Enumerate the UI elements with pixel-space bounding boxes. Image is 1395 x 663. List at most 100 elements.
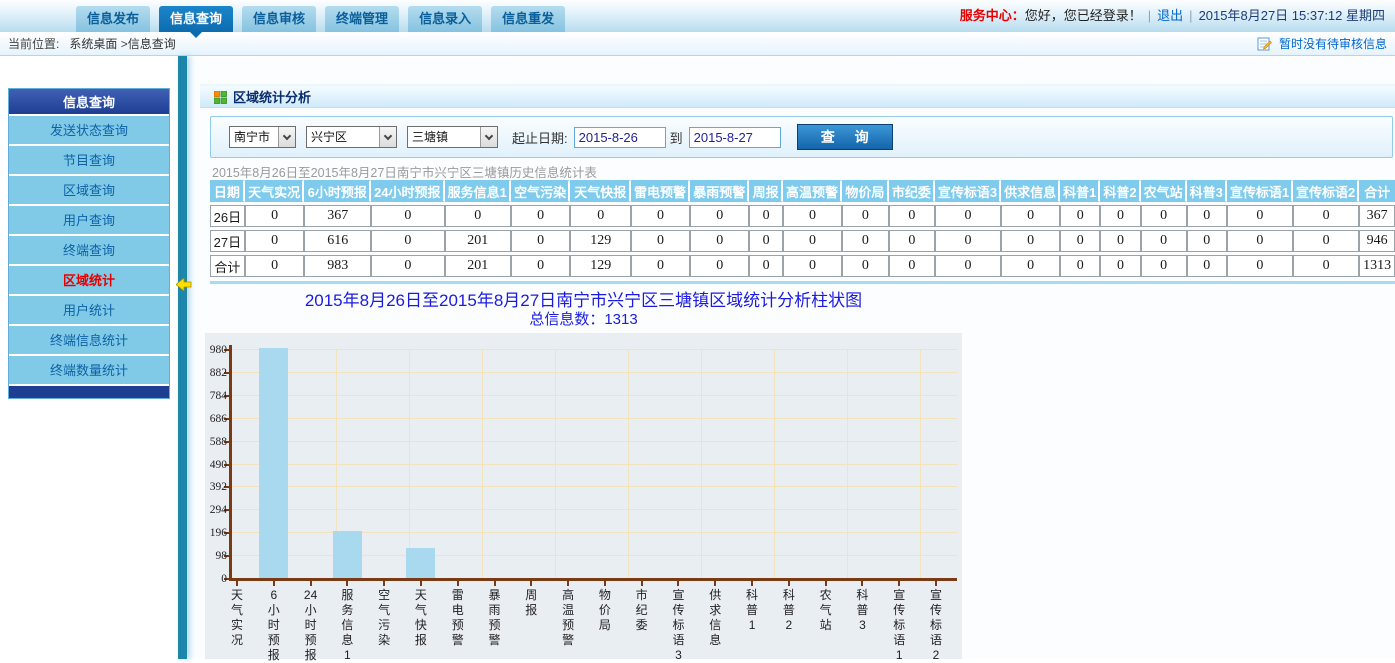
table-column-header: 天气实况 <box>245 180 305 202</box>
breadcrumb-root-link[interactable]: 系统桌面 <box>69 37 117 51</box>
h-gridline <box>232 372 957 373</box>
x-tick <box>383 581 385 586</box>
value-cell: 0 <box>445 205 511 227</box>
town-select-value: 三塘镇 <box>408 127 480 147</box>
x-axis-label: 6小时预报 <box>266 588 282 663</box>
value-cell: 0 <box>690 205 749 227</box>
y-axis-label: 392 <box>205 481 227 493</box>
x-axis-label: 高温预警 <box>560 588 576 648</box>
v-gridline <box>701 349 702 578</box>
value-cell: 946 <box>1359 230 1395 252</box>
sidebar-item-2[interactable]: 区域查询 <box>9 176 169 206</box>
value-cell: 0 <box>1141 230 1187 252</box>
x-axis-label: 天气实况 <box>229 588 245 648</box>
table-column-header: 宣传标语3 <box>935 180 1001 202</box>
value-cell: 0 <box>935 230 1001 252</box>
session-info: 服务中心：您好，您已经登录！|退出|2015年8月27日 15:37:12 星期… <box>960 0 1385 32</box>
nav-tab-2[interactable]: 信息审核 <box>242 6 316 32</box>
district-select[interactable]: 兴宁区 <box>306 126 397 148</box>
nav-tab-5[interactable]: 信息重发 <box>491 6 565 32</box>
chevron-down-icon <box>278 127 295 147</box>
h-gridline <box>232 441 957 442</box>
value-cell: 0 <box>1100 255 1140 277</box>
sidebar-item-6[interactable]: 用户统计 <box>9 296 169 326</box>
sidebar-footer <box>9 386 169 398</box>
audit-status-link[interactable]: 暂时没有待审核信息 <box>1257 32 1387 56</box>
city-select[interactable]: 南宁市 <box>229 126 296 148</box>
table-row: 27日06160201012900000000000000946 <box>210 230 1395 252</box>
value-cell: 0 <box>1227 230 1293 252</box>
value-cell: 0 <box>570 205 630 227</box>
y-axis-label: 196 <box>205 527 227 539</box>
nav-tab-0[interactable]: 信息发布 <box>76 6 150 32</box>
x-tick <box>604 581 606 586</box>
date-from-input[interactable] <box>574 127 666 148</box>
y-axis-label: 882 <box>205 367 227 379</box>
y-axis-label: 980 <box>205 344 227 356</box>
sidebar-item-3[interactable]: 用户查询 <box>9 206 169 236</box>
y-axis-label: 588 <box>205 436 227 448</box>
y-axis-label: 490 <box>205 459 227 471</box>
value-cell: 367 <box>1359 205 1395 227</box>
value-cell: 0 <box>631 230 690 252</box>
town-select[interactable]: 三塘镇 <box>407 126 498 148</box>
sidebar-item-4[interactable]: 终端查询 <box>9 236 169 266</box>
table-column-header: 暴雨预警 <box>690 180 749 202</box>
table-column-header: 高温预警 <box>783 180 842 202</box>
panel-header: 区域统计分析 <box>200 84 1395 108</box>
sidebar-item-7[interactable]: 终端信息统计 <box>9 326 169 356</box>
page-title: 区域统计分析 <box>233 86 311 110</box>
sidebar-item-8[interactable]: 终端数量统计 <box>9 356 169 386</box>
chevron-down-icon <box>480 127 497 147</box>
sidebar-collapse-arrow-icon[interactable] <box>176 278 192 294</box>
x-axis <box>229 578 957 581</box>
x-axis-label: 天气快报 <box>413 588 429 648</box>
value-cell: 0 <box>371 255 445 277</box>
h-gridline <box>232 509 957 510</box>
sidebar-divider[interactable] <box>178 56 187 659</box>
sidebar-item-0[interactable]: 发送状态查询 <box>9 116 169 146</box>
x-tick <box>273 581 275 586</box>
logout-link[interactable]: 退出 <box>1157 8 1183 23</box>
x-axis-label: 宣传标语3 <box>670 588 686 663</box>
x-axis-label: 周报 <box>523 588 539 618</box>
value-cell: 0 <box>511 230 571 252</box>
nav-tab-3[interactable]: 终端管理 <box>325 6 399 32</box>
value-cell: 0 <box>842 205 889 227</box>
v-gridline <box>920 349 921 578</box>
y-axis-label: 784 <box>205 390 227 402</box>
h-gridline <box>232 486 957 487</box>
x-axis-label: 空气污染 <box>376 588 392 648</box>
x-tick <box>457 581 459 586</box>
value-cell: 201 <box>445 255 511 277</box>
value-cell: 0 <box>749 205 783 227</box>
query-button[interactable]: 查 询 <box>797 124 893 150</box>
nav-tab-1[interactable]: 信息查询 <box>159 6 233 32</box>
row-label-cell: 26日 <box>210 205 245 227</box>
v-gridline <box>628 349 629 578</box>
date-to-input[interactable] <box>689 127 781 148</box>
sidebar-item-1[interactable]: 节目查询 <box>9 146 169 176</box>
separator: | <box>1142 8 1157 23</box>
sidebar-menu: 信息查询 发送状态查询节目查询区域查询用户查询终端查询区域统计用户统计终端信息统… <box>8 88 170 399</box>
table-column-header: 供求信息 <box>1001 180 1060 202</box>
value-cell: 0 <box>690 230 749 252</box>
x-tick <box>751 581 753 586</box>
sidebar-items: 发送状态查询节目查询区域查询用户查询终端查询区域统计用户统计终端信息统计终端数量… <box>9 116 169 386</box>
table-column-header: 宣传标语1 <box>1227 180 1293 202</box>
sidebar-title: 信息查询 <box>9 89 169 116</box>
y-axis-label: 294 <box>205 504 227 516</box>
value-cell: 616 <box>304 230 371 252</box>
table-column-header: 日期 <box>210 180 245 202</box>
breadcrumb: 当前位置: 系统桌面 >信息查询 <box>8 32 176 56</box>
service-center-label: 服务中心： <box>960 8 1025 23</box>
date-to-label: 到 <box>670 128 683 147</box>
v-gridline <box>847 349 848 578</box>
nav-tab-4[interactable]: 信息录入 <box>408 6 482 32</box>
table-column-header: 宣传标语2 <box>1293 180 1359 202</box>
table-column-header: 市纪委 <box>889 180 935 202</box>
x-axis-label: 农气站 <box>818 588 834 633</box>
x-axis-label: 供求信息 <box>707 588 723 648</box>
sidebar-item-5[interactable]: 区域统计 <box>9 266 169 296</box>
x-tick <box>788 581 790 586</box>
